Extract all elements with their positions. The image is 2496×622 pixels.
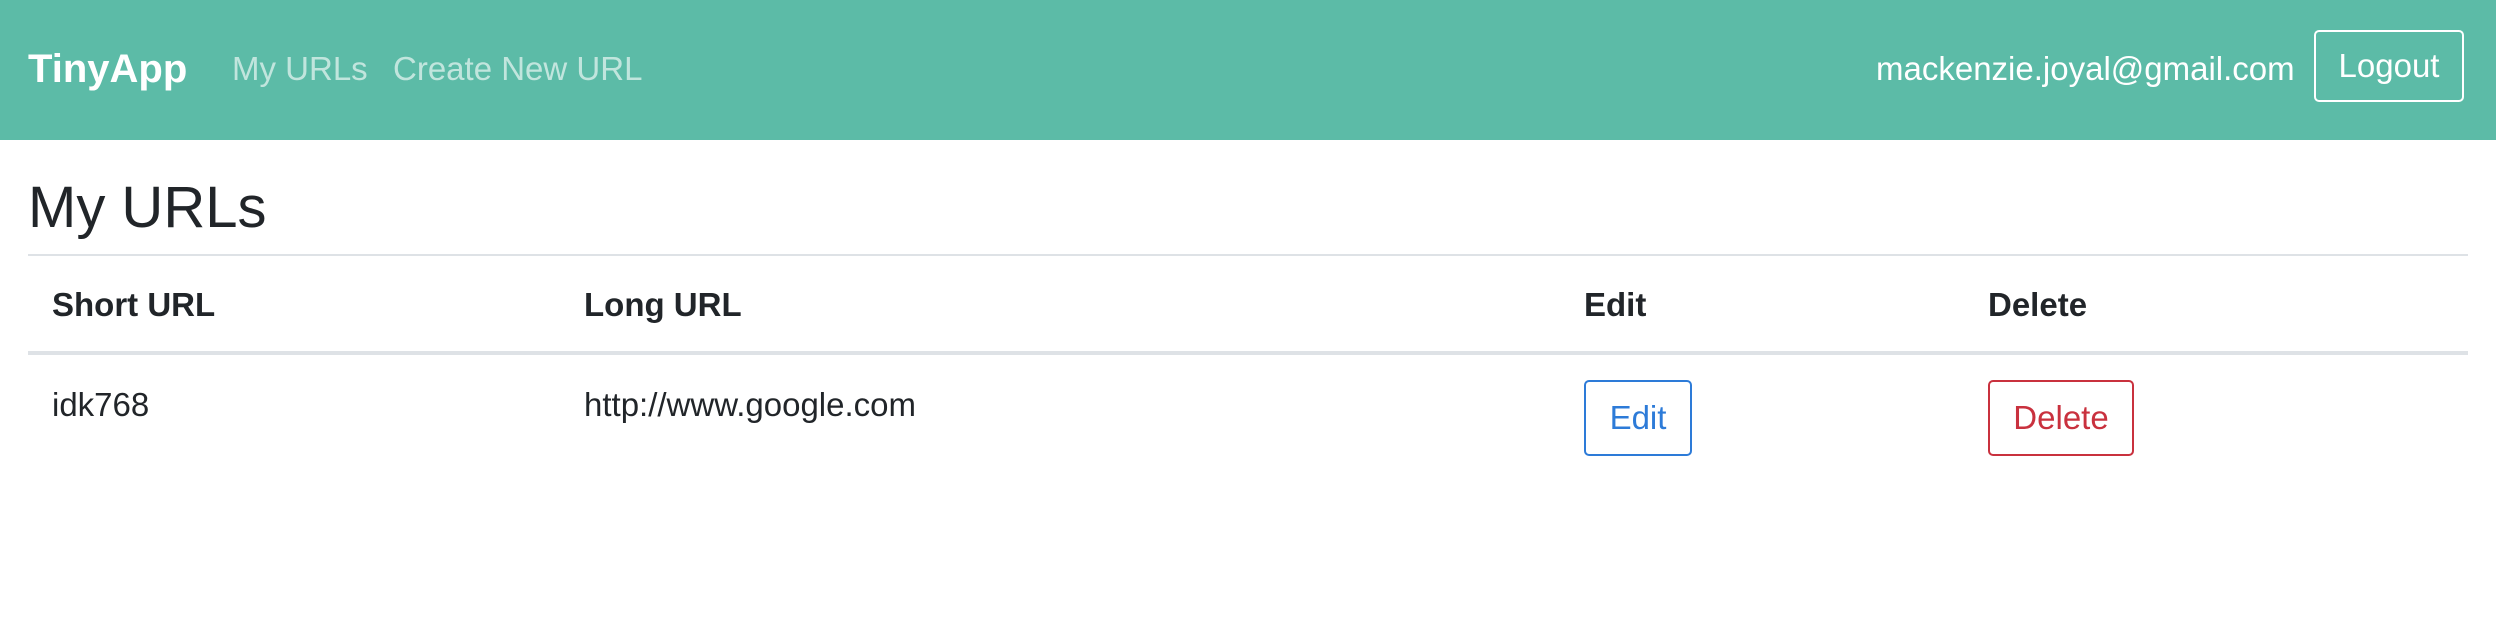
long-url-cell: http://www.google.com xyxy=(584,386,916,423)
logout-button[interactable]: Logout xyxy=(2314,30,2464,102)
nav-link-my-urls[interactable]: My URLs xyxy=(232,44,368,94)
delete-button[interactable]: Delete xyxy=(1988,380,2134,456)
column-header-short-url: Short URL xyxy=(52,286,216,323)
short-url-cell: idk768 xyxy=(52,386,150,423)
column-header-edit: Edit xyxy=(1584,286,1647,323)
nav-link-create-new-url[interactable]: Create New URL xyxy=(393,44,642,94)
column-header-long-url: Long URL xyxy=(584,286,742,323)
page-title: My URLs xyxy=(28,175,267,240)
table-header-divider xyxy=(28,351,2468,355)
column-header-delete: Delete xyxy=(1988,286,2088,323)
logged-in-user-email: mackenzie.joyal@gmail.com xyxy=(1876,50,2295,87)
edit-button[interactable]: Edit xyxy=(1584,380,1692,456)
top-navbar: TinyApp My URLs Create New URL mackenzie… xyxy=(0,0,2496,140)
title-divider xyxy=(28,254,2468,256)
brand-logo-link[interactable]: TinyApp xyxy=(28,44,187,94)
